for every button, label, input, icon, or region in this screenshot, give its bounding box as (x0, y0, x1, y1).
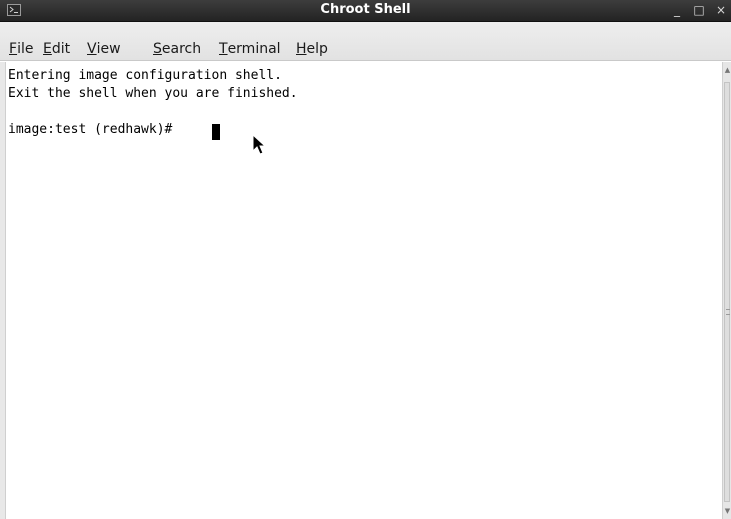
menu-search-mnemonic: S (153, 41, 162, 57)
terminal-prompt: image:test (redhawk)# (8, 122, 181, 137)
menu-bar: File Edit View Search Terminal Help (0, 22, 731, 61)
scroll-up-arrow-icon[interactable]: ▲ (724, 65, 731, 75)
menu-terminal[interactable]: Terminal (219, 41, 281, 57)
minimize-button[interactable]: _ (670, 3, 684, 17)
menu-file-mnemonic: F (9, 41, 18, 57)
menu-view-mnemonic: V (87, 41, 97, 57)
terminal-line-1: Entering image configuration shell. (8, 68, 282, 83)
menu-edit-mnemonic: E (43, 41, 52, 57)
maximize-button[interactable]: □ (692, 3, 706, 17)
menu-view[interactable]: View (87, 41, 121, 57)
terminal-cursor (212, 124, 220, 140)
menu-terminal-mnemonic: T (219, 41, 228, 57)
menu-terminal-label: erminal (227, 41, 281, 57)
menu-help[interactable]: Help (296, 41, 328, 57)
scroll-down-arrow-icon[interactable]: ▼ (724, 506, 731, 516)
scrollbar-grip-icon (726, 309, 730, 315)
vertical-scrollbar[interactable]: ▲ ▼ (722, 62, 731, 519)
close-button[interactable]: × (714, 3, 728, 17)
window-title: Chroot Shell (320, 2, 411, 17)
menu-search-label: earch (161, 41, 202, 57)
menu-help-mnemonic: H (296, 41, 307, 57)
mouse-pointer-icon (252, 133, 267, 160)
menu-edit-label: dit (51, 41, 71, 57)
scrollbar-thumb[interactable] (724, 82, 730, 502)
menu-file[interactable]: File (9, 41, 33, 57)
window-titlebar[interactable]: Chroot Shell _ □ × (0, 0, 731, 22)
menu-view-label: iew (96, 41, 121, 57)
menu-file-label: ile (17, 41, 34, 57)
menu-help-label: elp (306, 41, 328, 57)
menu-search[interactable]: Search (153, 41, 201, 57)
menu-edit[interactable]: Edit (43, 41, 70, 57)
terminal-output-area[interactable]: Entering image configuration shell. Exit… (6, 62, 722, 519)
terminal-line-2: Exit the shell when you are finished. (8, 86, 298, 101)
